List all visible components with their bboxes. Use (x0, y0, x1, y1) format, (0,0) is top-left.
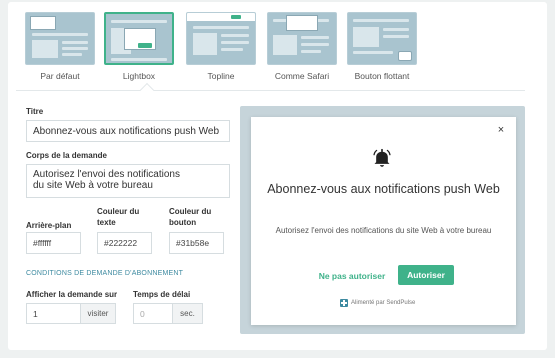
delay-label: Temps de délai (133, 290, 191, 299)
branding: Alimenté par SendPulse (340, 299, 415, 307)
subscription-conditions-title: CONDITIONS DE DEMANDE D'ABONNEMENT (26, 270, 184, 277)
template-label: Bouton flottant (354, 71, 410, 81)
bell-icon (373, 148, 391, 167)
template-lightbox[interactable]: Lightbox (104, 12, 174, 81)
show-on-visit-input[interactable]: 1 (26, 303, 81, 324)
show-on-label: Afficher la demande sur (26, 290, 118, 299)
branding-text: Alimenté par SendPulse (351, 300, 416, 306)
template-default[interactable]: Par défaut (25, 12, 95, 81)
sendpulse-logo-icon (340, 299, 348, 307)
title-input[interactable]: Abonnez-vous aux notifications push Web (26, 120, 230, 142)
delay-suffix: sec. (173, 303, 203, 324)
text-color-label: Couleur du texte (97, 207, 140, 227)
divider (16, 90, 525, 91)
preview-body: Autorisez l'envoi des notifications du s… (275, 226, 492, 235)
close-icon[interactable]: × (495, 124, 507, 136)
button-color-label: Couleur du bouton (169, 207, 212, 227)
template-label: Comme Safari (274, 71, 330, 81)
title-label: Titre (26, 107, 44, 116)
title-input-value: Abonnez-vous aux notifications push Web (33, 125, 220, 137)
template-default-thumbnail (25, 12, 95, 65)
body-textarea[interactable]: Autorisez l'envoi des notifications du s… (26, 164, 230, 198)
body-textarea-value: Autorisez l'envoi des notifications du s… (33, 169, 180, 191)
template-lightbox-thumbnail (104, 12, 174, 65)
template-safari[interactable]: Comme Safari (267, 12, 337, 81)
template-label: Lightbox (122, 71, 156, 81)
body-label: Corps de la demande (26, 151, 107, 160)
text-color-input[interactable]: #222222 (97, 232, 152, 254)
preview-title: Abonnez-vous aux notifications push Web (267, 182, 500, 196)
background-color-value: #ffffff (33, 238, 52, 248)
template-label: Par défaut (40, 71, 80, 81)
background-color-label: Arrière-plan (26, 221, 72, 230)
background-color-input[interactable]: #ffffff (26, 232, 81, 254)
delay-input-placeholder: 0 (140, 308, 145, 319)
delay-input[interactable]: 0 (133, 303, 173, 324)
template-topline[interactable]: Topline (186, 12, 256, 81)
template-safari-thumbnail (267, 12, 337, 65)
template-topline-thumbnail (186, 12, 256, 65)
show-on-visit-suffix: visiter (81, 303, 116, 324)
show-on-visit-value: 1 (33, 308, 38, 319)
template-floating-button-thumbnail (347, 12, 417, 65)
button-color-input[interactable]: #31b58e (169, 232, 224, 254)
deny-button[interactable]: Ne pas autoriser (310, 266, 394, 286)
button-color-value: #31b58e (176, 238, 210, 248)
template-label: Topline (207, 71, 235, 81)
template-floating-button[interactable]: Bouton flottant (347, 12, 417, 81)
allow-button[interactable]: Autoriser (398, 265, 454, 285)
text-color-value: #222222 (104, 238, 138, 248)
